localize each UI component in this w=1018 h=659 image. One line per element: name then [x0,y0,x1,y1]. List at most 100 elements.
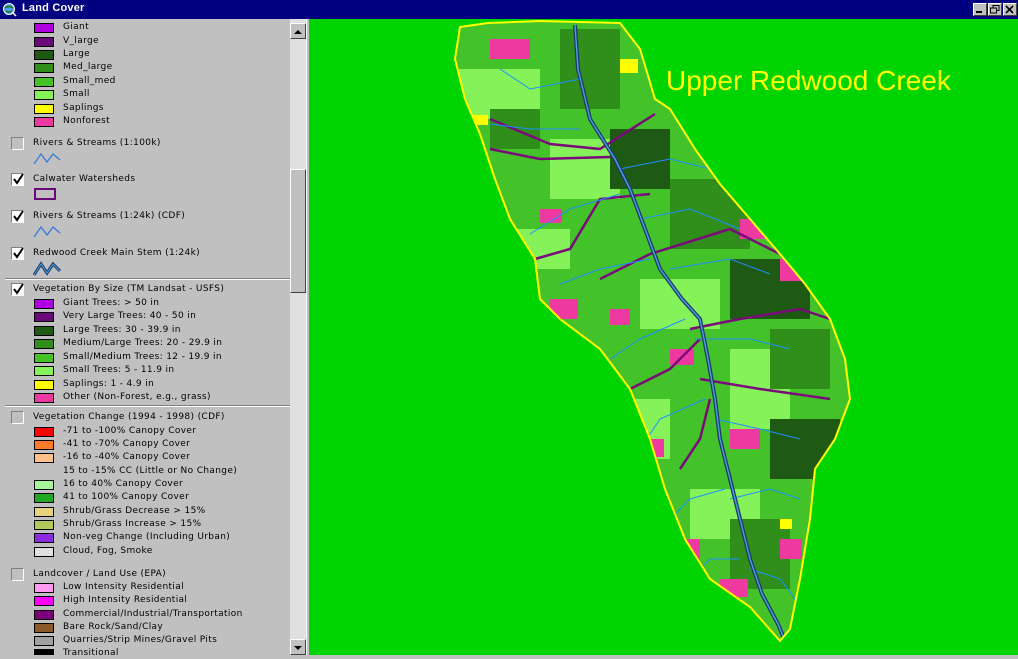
legend-item-label: Low Intensity Residential [63,582,184,592]
legend-item-label: 41 to 100% Canopy Cover [63,492,190,502]
legend-swatch [34,453,54,463]
window-title: Land Cover [22,2,85,14]
layer-name-rivers-24k: Rivers & Streams (1:24k) (CDF) [33,211,186,221]
layer-name-redwood-stem: Redwood Creek Main Stem (1:24k) [33,248,201,258]
legend-item-label: Saplings [63,103,104,113]
layer-checkbox-landcover[interactable] [11,568,24,581]
legend-item-label: Med_large [63,62,113,72]
watershed-polygon-icon [34,188,56,200]
legend-swatch [34,366,54,376]
legend-swatch [34,353,54,363]
map-view[interactable]: Upper Redwood Creek [310,19,1018,655]
legend-swatch [34,493,54,503]
legend-swatch [34,50,54,60]
legend-swatch [34,339,54,349]
layer-name-landcover: Landcover / Land Use (EPA) [33,569,167,579]
legend-swatch [34,326,54,336]
main-stem-line-icon [33,261,61,276]
legend-swatch [34,90,54,100]
legend-swatch [34,533,54,543]
legend-swatch [34,117,54,127]
layer-checkbox-redwood-stem[interactable] [11,247,24,260]
legend-item-label: Shrub/Grass Increase > 15% [63,519,202,529]
layer-checkbox-rivers-100k[interactable] [11,137,24,150]
arrow-down-icon [294,646,302,650]
layer-name-veg-change: Vegetation Change (1994 - 1998) (CDF) [33,412,225,422]
legend-swatch [34,23,54,33]
legend-swatch [34,623,54,633]
legend-item-label: Other (Non-Forest, e.g., grass) [63,392,211,402]
legend-swatch [34,520,54,530]
minimize-icon [976,11,982,13]
legend-item-label: Nonforest [63,116,111,126]
legend-item-label: Giant Trees: > 50 in [63,298,160,308]
layer-name-calwater: Calwater Watersheds [33,174,136,184]
stream-line-icon [33,225,61,238]
checkmark-icon [13,173,24,185]
legend-item-label: High Intensity Residential [63,595,188,605]
scroll-up-button[interactable] [290,23,306,39]
legend-item-label: 16 to 40% Canopy Cover [63,479,184,489]
legend-swatch [34,427,54,437]
minimize-button[interactable] [973,3,987,16]
legend-item-label: V_large [63,36,99,46]
legend-item-label: -41 to -70% Canopy Cover [63,439,191,449]
checkmark-icon [13,247,24,259]
legend-swatch [34,37,54,47]
legend-panel: Giant V_large Large Med_large Small_med … [0,19,290,655]
legend-swatch [34,63,54,73]
legend-swatch [34,312,54,322]
legend-item-label: Large [63,49,91,59]
legend-item-label: -16 to -40% Canopy Cover [63,452,191,462]
layer-checkbox-veg-change[interactable] [11,411,24,424]
legend-swatch [34,480,54,490]
legend-swatch [34,583,54,593]
legend-swatch [34,440,54,450]
legend-item-label: Bare Rock/Sand/Clay [63,622,164,632]
checkmark-icon [13,210,24,222]
layer-checkbox-veg-size[interactable] [11,283,24,296]
legend-item-label: Small/Medium Trees: 12 - 19.9 in [63,352,222,362]
legend-item-label: Medium/Large Trees: 20 - 29.9 in [63,338,223,348]
legend-item-label: -71 to -100% Canopy Cover [63,426,197,436]
legend-item-label: Shrub/Grass Decrease > 15% [63,506,206,516]
legend-swatch [34,610,54,620]
legend-swatch [34,649,54,655]
legend-item-label: Large Trees: 30 - 39.9 in [63,325,181,335]
legend-item-label: Quarries/Strip Mines/Gravel Pits [63,635,218,645]
legend-item-label: Small_med [63,76,116,86]
legend-item-label: Small [63,89,90,99]
legend-item-label: 15 to -15% CC (Little or No Change) [63,466,238,476]
legend-swatch [34,299,54,309]
scroll-thumb[interactable] [290,169,306,293]
legend-item-label: Saplings: 1 - 4.9 in [63,379,155,389]
close-button[interactable] [1003,3,1017,16]
checkmark-icon [13,283,24,295]
restore-icon [990,5,1000,14]
layer-name-veg-size: Vegetation By Size (TM Landsat - USFS) [33,284,225,294]
legend-item-label: Non-veg Change (Including Urban) [63,532,231,542]
legend-swatch [34,380,54,390]
scroll-down-button[interactable] [290,639,306,655]
legend-swatch [34,104,54,114]
arrow-up-icon [294,30,302,34]
stream-line-icon [33,152,61,165]
legend-swatch [34,393,54,403]
legend-item-label: Transitional [63,648,119,655]
layer-checkbox-calwater[interactable] [11,173,24,186]
legend-item-label: Giant [63,22,89,32]
window-title-bar[interactable]: Land Cover [0,0,1018,19]
layer-checkbox-rivers-24k[interactable] [11,210,24,223]
legend-swatch [34,636,54,646]
layer-name-rivers-100k: Rivers & Streams (1:100k) [33,138,161,148]
legend-item-label: Cloud, Fog, Smoke [63,546,153,556]
legend-item-label: Small Trees: 5 - 11.9 in [63,365,175,375]
globe-icon [3,3,17,17]
legend-scrollbar[interactable] [290,19,306,655]
legend-swatch [34,547,54,557]
legend-swatch [34,596,54,606]
close-icon [1005,5,1014,14]
legend-item-label: Commercial/Industrial/Transportation [63,609,243,619]
legend-item-label: Very Large Trees: 40 - 50 in [63,311,197,321]
restore-button[interactable] [988,3,1002,16]
